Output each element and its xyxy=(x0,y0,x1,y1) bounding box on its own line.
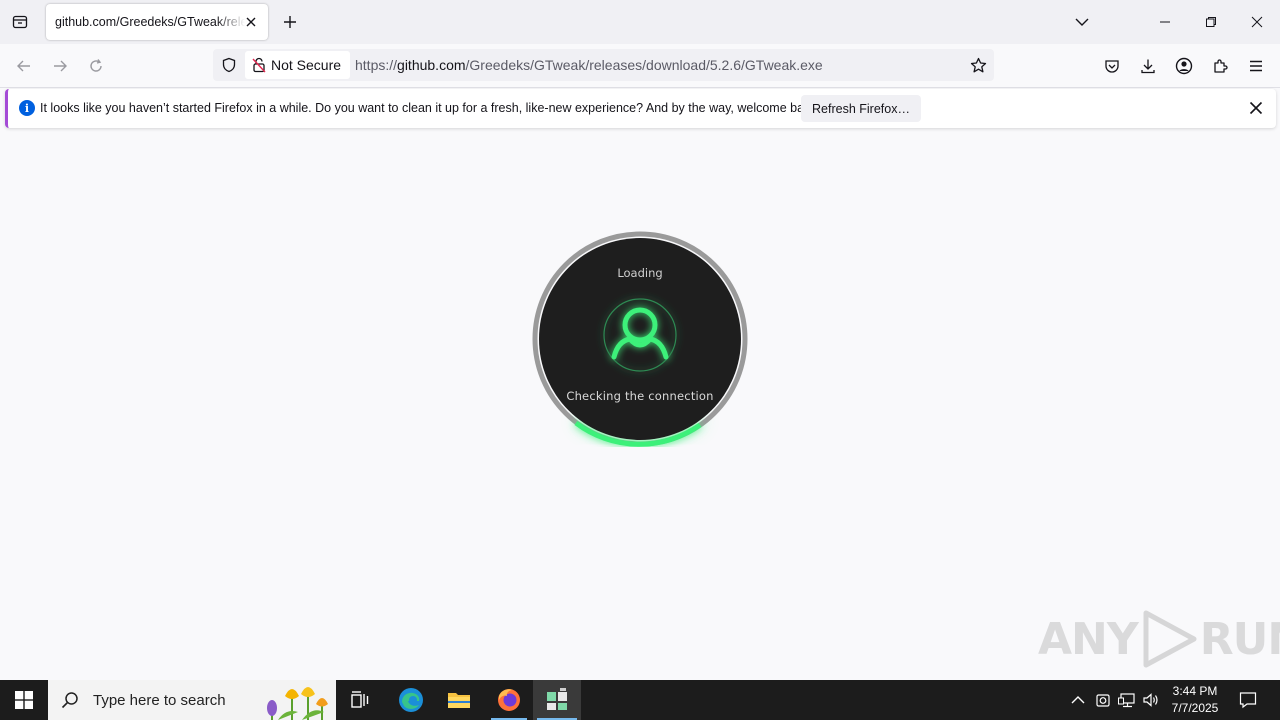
broken-lock-icon xyxy=(252,57,266,73)
firefox-taskbar-button[interactable] xyxy=(485,680,533,720)
star-icon xyxy=(970,57,986,72)
speaker-icon xyxy=(1143,693,1158,707)
show-hidden-icons-button[interactable] xyxy=(1068,690,1088,710)
start-button[interactable] xyxy=(0,680,48,720)
reload-button[interactable] xyxy=(83,53,109,79)
downloads-button[interactable] xyxy=(1136,54,1160,78)
active-tab[interactable]: github.com/Greedeks/GTweak/releases/down… xyxy=(46,4,268,40)
task-view-icon xyxy=(351,691,369,708)
arrow-right-icon xyxy=(54,60,67,72)
tab-title: github.com/Greedeks/GTweak/releases/down… xyxy=(55,15,245,29)
account-button[interactable] xyxy=(1172,54,1196,78)
navigation-toolbar: Not Secure https://github.com/Greedeks/G… xyxy=(0,44,1280,88)
url-host: github.com xyxy=(397,57,466,73)
tab-close-button[interactable] xyxy=(242,13,260,31)
chevron-up-icon xyxy=(1071,696,1085,704)
windows-taskbar: Type here to search 3:44 PM 7/7/2025 xyxy=(0,680,1280,720)
anyrun-watermark: ANY RUN xyxy=(1038,609,1280,669)
download-icon xyxy=(1141,59,1155,74)
tab-bar: github.com/Greedeks/GTweak/releases/down… xyxy=(0,0,1280,44)
chevron-down-icon xyxy=(1075,18,1089,26)
restore-icon xyxy=(1206,17,1216,27)
search-placeholder: Type here to search xyxy=(93,691,226,709)
tray-volume-button[interactable] xyxy=(1141,690,1161,710)
new-tab-button[interactable] xyxy=(280,12,300,32)
pocket-icon xyxy=(1105,60,1119,73)
app-menu-button[interactable] xyxy=(1244,54,1268,78)
tulip-flowers-icon xyxy=(267,687,328,720)
watermark-right-text: RUN xyxy=(1199,613,1280,665)
close-icon xyxy=(1251,16,1263,28)
url-text[interactable]: https://github.com/Greedeks/GTweak/relea… xyxy=(355,57,823,73)
site-security-button[interactable]: Not Secure xyxy=(245,51,351,79)
refresh-firefox-notification: i It looks like you haven’t started Fire… xyxy=(5,89,1276,128)
restore-button[interactable] xyxy=(1188,0,1234,44)
windows-logo-icon xyxy=(15,691,33,709)
search-icon xyxy=(61,692,78,709)
edge-taskbar-button[interactable] xyxy=(387,680,435,720)
firefox-icon xyxy=(498,689,520,711)
play-icon xyxy=(1143,610,1197,668)
tray-network-button[interactable] xyxy=(1117,690,1137,710)
action-center-button[interactable] xyxy=(1238,690,1258,710)
bookmark-button[interactable] xyxy=(968,55,988,75)
not-secure-label: Not Secure xyxy=(271,57,342,73)
task-view-button[interactable] xyxy=(336,680,384,720)
minimize-icon xyxy=(1160,21,1170,23)
active-app-taskbar-button[interactable] xyxy=(533,680,581,720)
puzzle-icon xyxy=(1214,59,1228,73)
notification-icon xyxy=(1239,692,1257,709)
loading-title: Loading xyxy=(617,266,663,280)
firefox-view-button[interactable] xyxy=(8,10,32,34)
taskbar-search-box[interactable]: Type here to search xyxy=(48,680,336,720)
clock-time: 3:44 PM xyxy=(1172,684,1218,698)
folder-icon xyxy=(448,693,470,708)
notification-message: It looks like you haven’t started Firefo… xyxy=(40,101,821,115)
connection-status-text: Checking the connection xyxy=(566,389,714,403)
reload-icon xyxy=(90,59,102,72)
app-grid-icon xyxy=(547,688,567,710)
close-icon xyxy=(1249,101,1263,115)
taskbar-clock[interactable]: 3:44 PM 7/7/2025 xyxy=(1162,683,1228,717)
url-path: /Greedeks/GTweak/releases/download/5.2.6… xyxy=(465,57,823,73)
close-icon xyxy=(246,17,256,27)
info-icon: i xyxy=(19,100,35,116)
firefox-view-icon xyxy=(12,15,28,29)
shield-icon xyxy=(222,57,236,73)
plus-icon xyxy=(284,16,296,28)
extensions-button[interactable] xyxy=(1208,54,1232,78)
file-explorer-taskbar-button[interactable] xyxy=(435,680,483,720)
close-window-button[interactable] xyxy=(1234,0,1280,44)
loading-spinner xyxy=(532,231,748,447)
account-icon xyxy=(1175,57,1193,75)
refresh-firefox-button[interactable]: Refresh Firefox… xyxy=(801,95,921,122)
clock-date: 7/7/2025 xyxy=(1171,701,1219,715)
camera-icon xyxy=(1096,694,1110,707)
hamburger-menu-icon xyxy=(1250,60,1262,72)
page-content: Loading Checking the connection ANY RUN xyxy=(0,133,1280,680)
minimize-button[interactable] xyxy=(1142,0,1188,44)
notification-close-button[interactable] xyxy=(1246,98,1266,118)
tray-meet-now-button[interactable] xyxy=(1093,690,1113,710)
back-button[interactable] xyxy=(11,53,37,79)
tracking-protection-button[interactable] xyxy=(219,55,239,75)
edge-icon xyxy=(399,688,423,712)
url-prefix: https:// xyxy=(355,57,398,73)
network-icon xyxy=(1118,693,1135,708)
pocket-button[interactable] xyxy=(1100,54,1124,78)
arrow-left-icon xyxy=(17,60,30,72)
forward-button[interactable] xyxy=(47,53,73,79)
watermark-left-text: ANY xyxy=(1038,613,1139,665)
list-all-tabs-button[interactable] xyxy=(1072,12,1092,32)
url-bar[interactable]: Not Secure https://github.com/Greedeks/G… xyxy=(213,49,994,81)
